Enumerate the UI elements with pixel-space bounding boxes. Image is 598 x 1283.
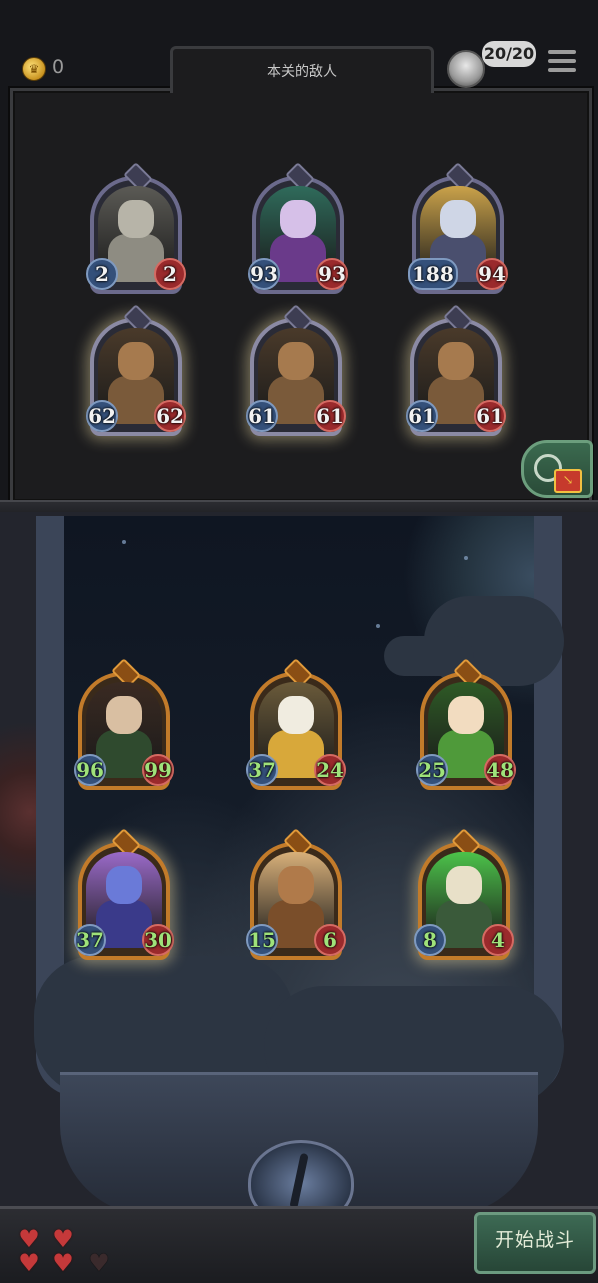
health-stat: 30 <box>142 924 174 956</box>
heart-icon: ♥ <box>52 1225 74 1253</box>
health-stat: 94 <box>476 258 508 290</box>
attack-stat: 37 <box>74 924 106 956</box>
health-stat: 62 <box>154 400 186 432</box>
attack-stat: 8 <box>414 924 446 956</box>
player-avatar-icon[interactable] <box>447 50 485 88</box>
enemy-card[interactable]: 61 61 <box>246 304 346 436</box>
hero-card[interactable]: 15 6 <box>246 828 346 960</box>
health-stat: 2 <box>154 258 186 290</box>
hero-card[interactable]: 25 48 <box>416 658 516 790</box>
enemy-card[interactable]: 62 62 <box>86 304 186 436</box>
health-stat: 6 <box>314 924 346 956</box>
attack-stat: 93 <box>248 258 280 290</box>
attack-stat: 62 <box>86 400 118 432</box>
heart-icon: ♥ <box>18 1225 40 1253</box>
inspect-enemies-button[interactable]: ↘ <box>521 440 593 498</box>
attack-stat: 61 <box>246 400 278 432</box>
hero-card[interactable]: 96 99 <box>74 658 174 790</box>
hero-card[interactable]: 37 24 <box>246 658 346 790</box>
health-stat: 99 <box>142 754 174 786</box>
enemy-card[interactable]: 93 93 <box>248 162 348 294</box>
attack-stat: 37 <box>246 754 278 786</box>
hero-card[interactable]: 37 30 <box>74 828 174 960</box>
start-battle-button[interactable]: 开始战斗 <box>474 1212 596 1274</box>
enemy-card[interactable]: 61 61 <box>406 304 506 436</box>
heart-icon: ♥ <box>88 1249 110 1277</box>
attack-stat: 2 <box>86 258 118 290</box>
enemy-card[interactable]: 188 94 <box>408 162 508 294</box>
attack-stat: 188 <box>408 258 458 290</box>
health-stat: 48 <box>484 754 516 786</box>
coin-count: 0 <box>52 56 65 78</box>
team-board <box>34 516 564 1106</box>
attack-stat: 25 <box>416 754 448 786</box>
health-stat: 4 <box>482 924 514 956</box>
coin-icon: ♛ <box>22 57 46 81</box>
attack-stat: 61 <box>406 400 438 432</box>
health-stat: 93 <box>316 258 348 290</box>
life-counter: 20/20 <box>482 41 536 67</box>
enemy-panel-tab: 本关的敌人 <box>170 46 434 93</box>
health-stat: 61 <box>314 400 346 432</box>
menu-icon[interactable] <box>548 50 576 74</box>
hero-card[interactable]: 84 <box>414 828 514 960</box>
arrow-down-right-icon: ↘ <box>554 469 582 493</box>
health-stat: 61 <box>474 400 506 432</box>
attack-stat: 96 <box>74 754 106 786</box>
heart-icon: ♥ <box>52 1249 74 1277</box>
enemy-panel-frame <box>10 88 592 504</box>
heart-icon: ♥ <box>18 1249 40 1277</box>
enemy-card[interactable]: 22 <box>86 162 186 294</box>
enemy-panel: 本关的敌人 ♛ 0 20/20 2 2 93 93 188 94 62 62 61 61 61 61 … <box>0 0 598 512</box>
health-stat: 24 <box>314 754 346 786</box>
enemy-panel-title: 本关的敌人 <box>267 64 337 80</box>
attack-stat: 15 <box>246 924 278 956</box>
